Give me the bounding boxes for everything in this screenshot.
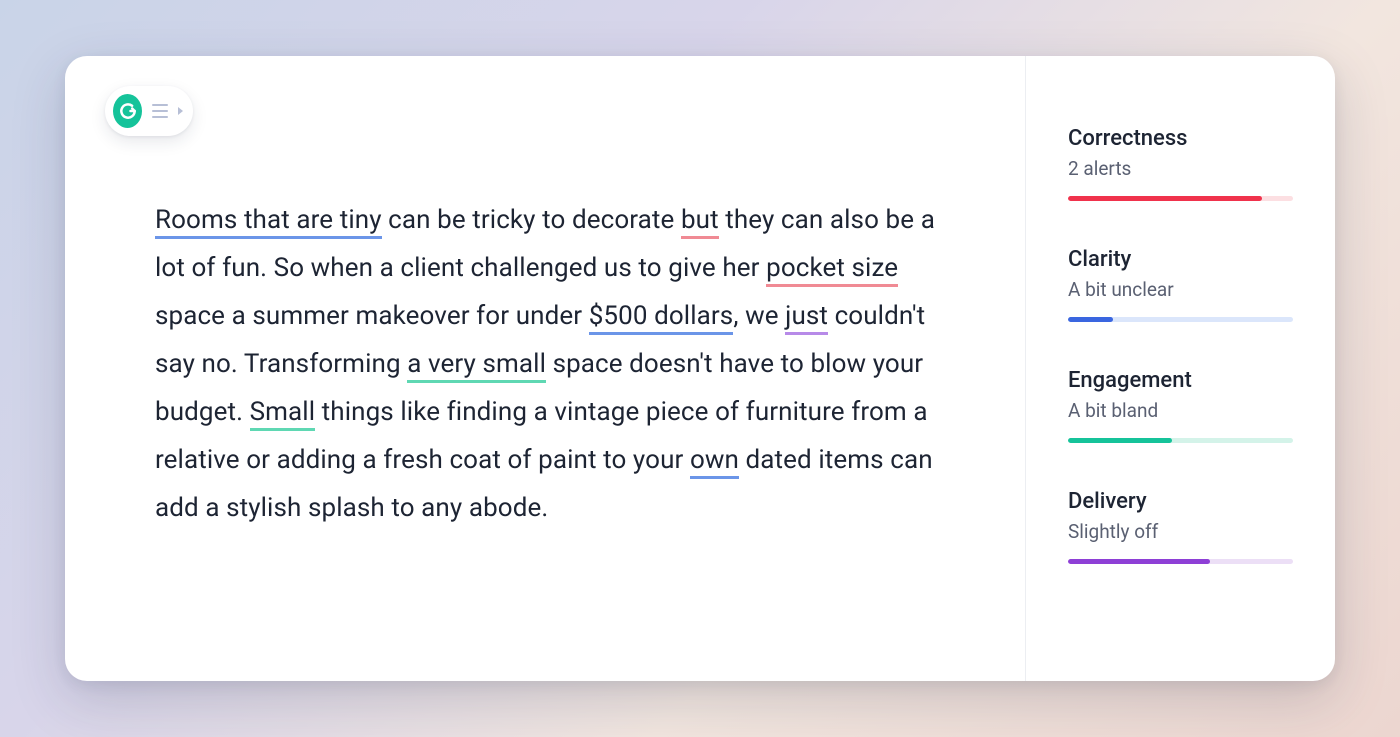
suggestion-purple[interactable]: just — [785, 301, 828, 335]
metric-subtext: Slightly off — [1068, 520, 1293, 543]
metric-bar — [1068, 438, 1293, 443]
insights-sidebar: Correctness 2 alerts Clarity A bit unclear E… — [1025, 56, 1335, 681]
metric-subtext: A bit bland — [1068, 399, 1293, 422]
text-run: , we — [733, 301, 785, 331]
menu-icon — [152, 104, 168, 118]
suggestion-pink[interactable]: pocket size — [766, 253, 898, 287]
metric-engagement[interactable]: Engagement A bit bland — [1068, 368, 1293, 443]
metric-bar — [1068, 196, 1293, 201]
text-run: can be tricky to decorate — [382, 205, 681, 235]
grammarly-logo-icon — [113, 94, 142, 128]
metric-correctness[interactable]: Correctness 2 alerts — [1068, 126, 1293, 201]
metric-subtext: 2 alerts — [1068, 157, 1293, 180]
suggestion-blue[interactable]: own — [690, 445, 739, 479]
metric-title: Clarity — [1068, 247, 1293, 272]
suggestion-blue[interactable]: Rooms that are tiny — [155, 205, 382, 239]
text-run: space a summer makeover for under — [155, 301, 589, 331]
editor-card: Rooms that are tiny can be tricky to dec… — [65, 56, 1335, 681]
expand-caret-icon — [178, 107, 183, 115]
metric-bar-fill — [1068, 438, 1172, 443]
metric-clarity[interactable]: Clarity A bit unclear — [1068, 247, 1293, 322]
document-text[interactable]: Rooms that are tiny can be tricky to dec… — [155, 196, 955, 532]
suggestion-blue[interactable]: $500 dollars — [589, 301, 734, 335]
metric-bar-fill — [1068, 559, 1210, 564]
metric-bar — [1068, 559, 1293, 564]
metric-subtext: A bit unclear — [1068, 278, 1293, 301]
suggestion-pink[interactable]: but — [681, 205, 719, 239]
metric-bar — [1068, 317, 1293, 322]
editor-main: Rooms that are tiny can be tricky to dec… — [65, 56, 1025, 681]
suggestion-teal[interactable]: a very small — [407, 349, 546, 383]
metric-title: Correctness — [1068, 126, 1293, 151]
metric-bar-fill — [1068, 196, 1262, 201]
suggestion-teal[interactable]: Small — [250, 397, 316, 431]
metric-title: Engagement — [1068, 368, 1293, 393]
metric-delivery[interactable]: Delivery Slightly off — [1068, 489, 1293, 564]
metric-title: Delivery — [1068, 489, 1293, 514]
grammarly-toolbar[interactable] — [105, 86, 193, 136]
metric-bar-fill — [1068, 317, 1113, 322]
